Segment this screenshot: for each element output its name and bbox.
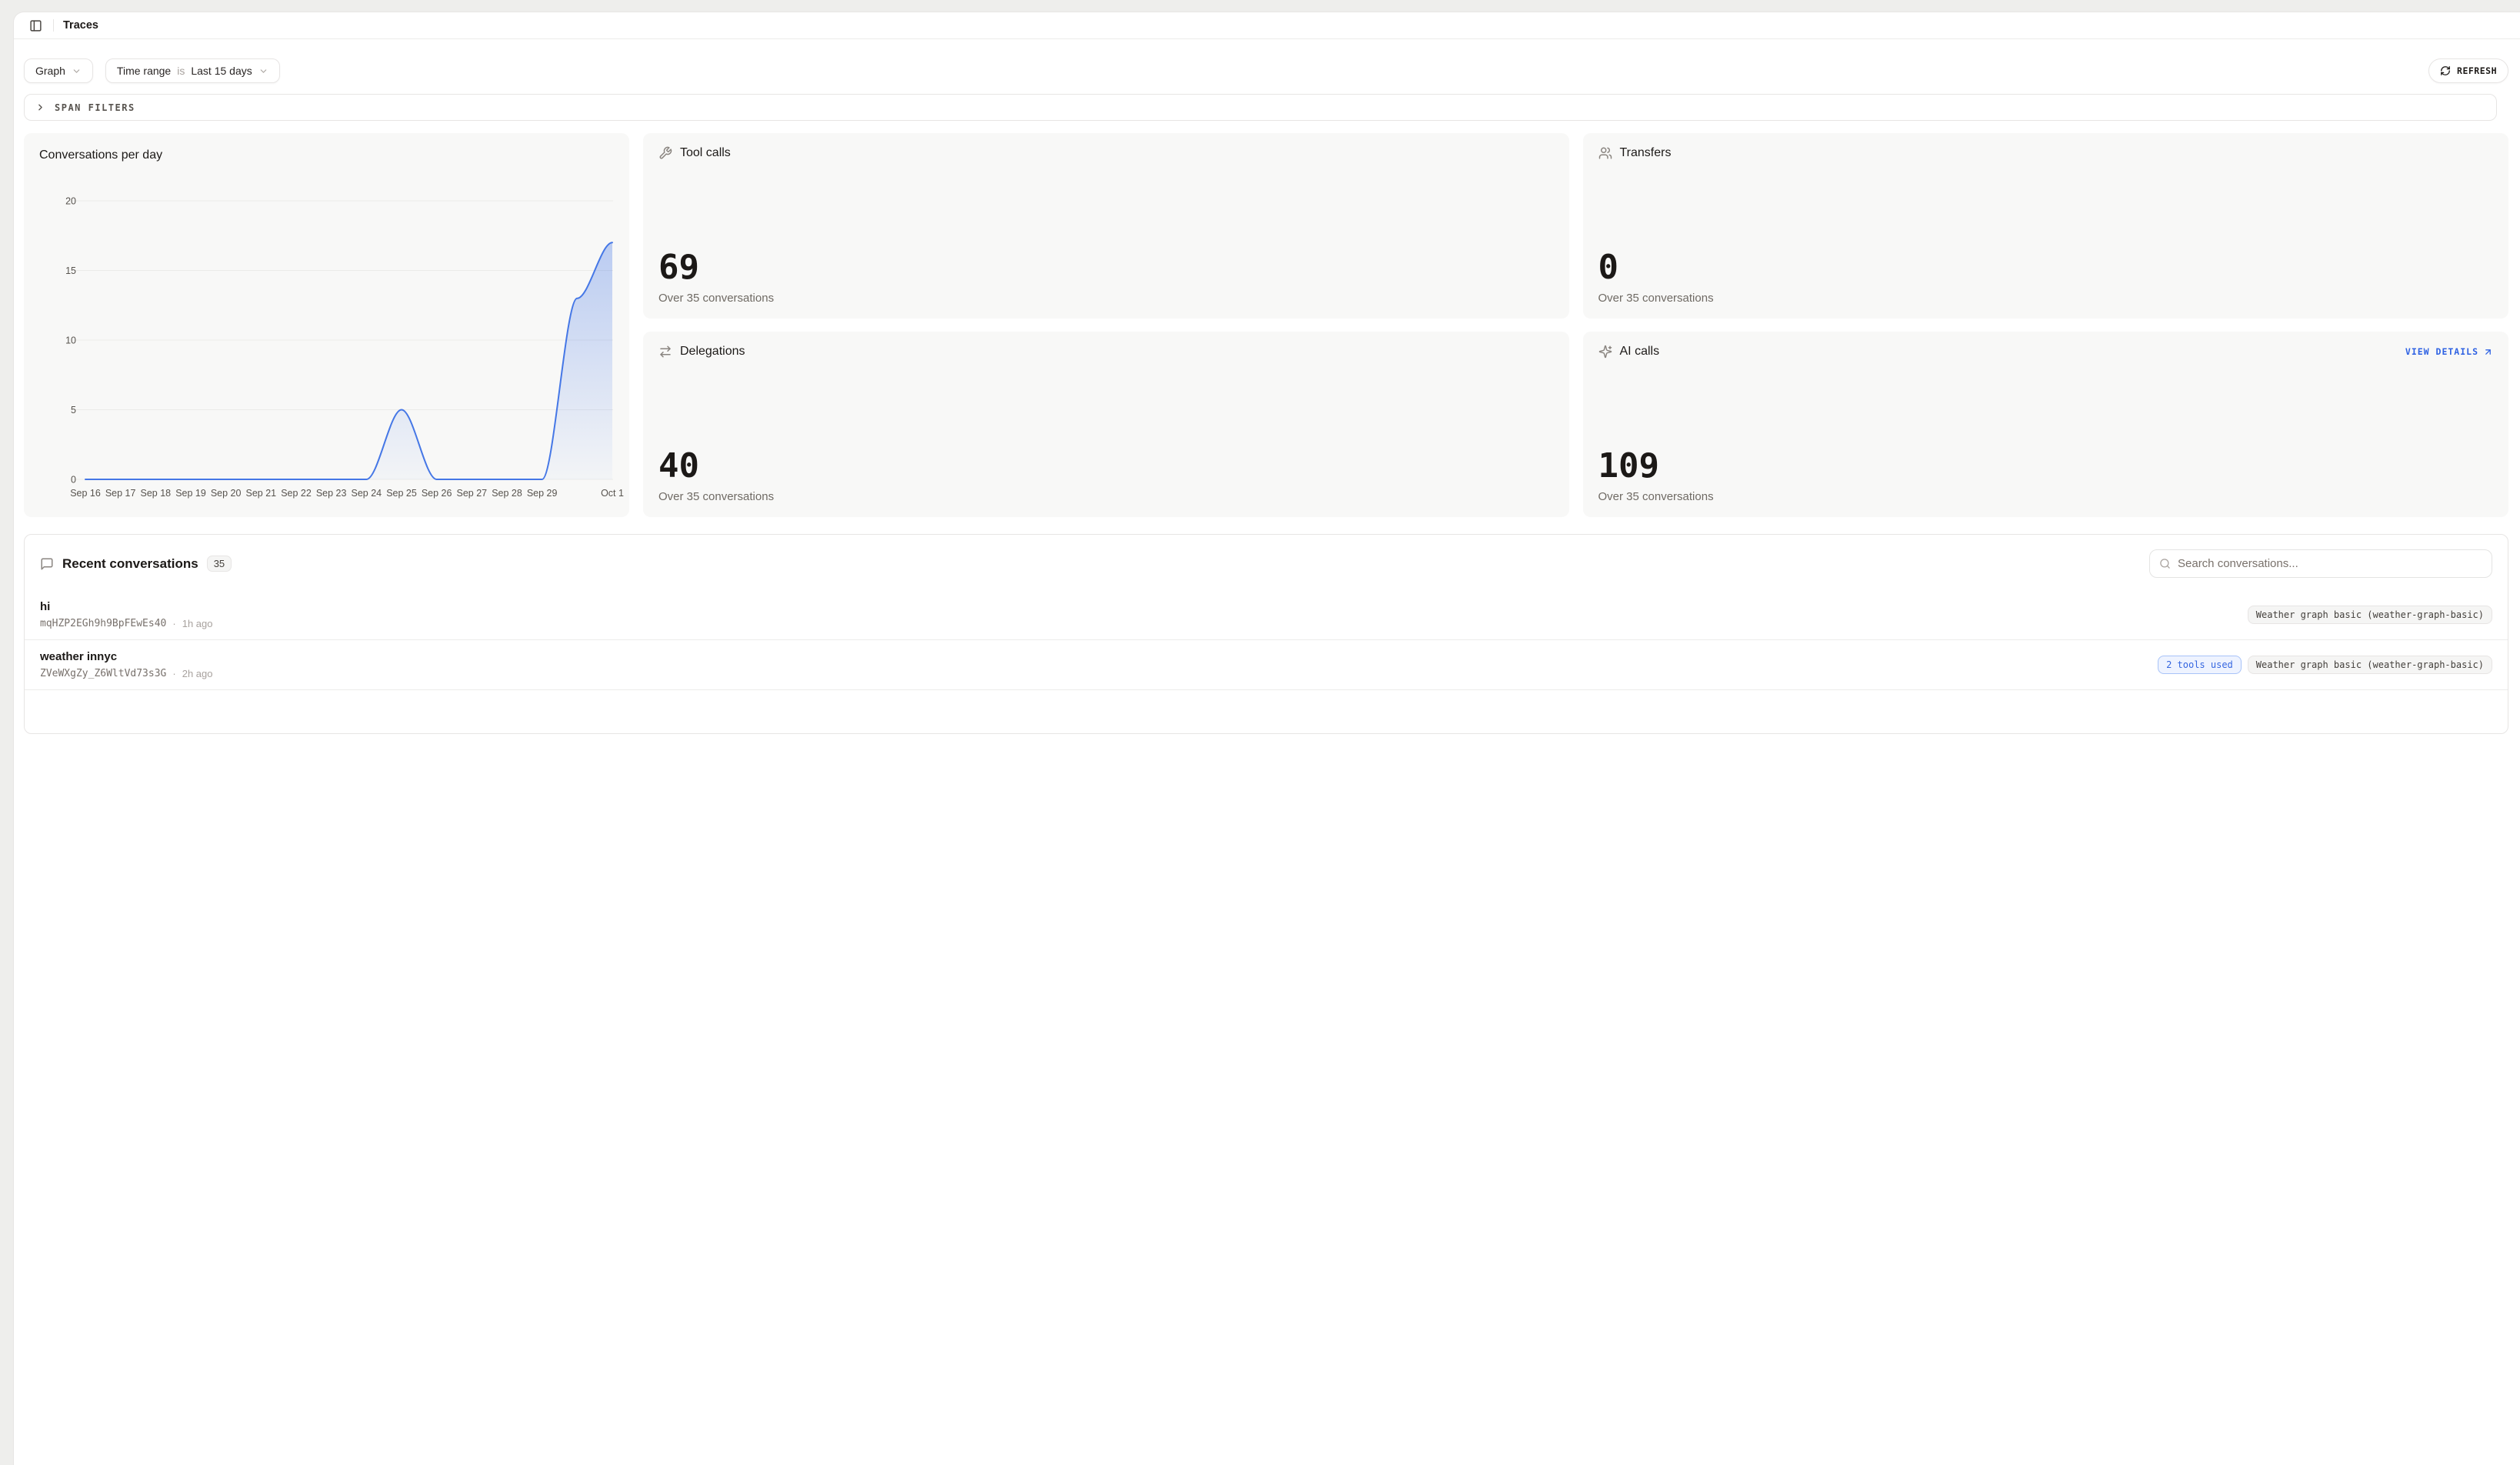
- svg-text:Sep 23: Sep 23: [316, 488, 347, 499]
- svg-text:Sep 19: Sep 19: [175, 488, 206, 499]
- stat-subtext: Over 35 conversations: [1598, 292, 2494, 305]
- graph-dropdown-label: Graph: [35, 65, 65, 77]
- refresh-button[interactable]: REFRESH: [2428, 58, 2508, 83]
- stat-card-ai-calls: AI calls VIEW DETAILS 109 Over 35 conver…: [1583, 332, 2509, 517]
- header-divider: [53, 19, 54, 32]
- recent-conversations-title: Recent conversations: [62, 556, 198, 572]
- span-filters-toggle[interactable]: SPAN FILTERS: [24, 94, 2497, 121]
- stat-label: Tool calls: [680, 146, 731, 160]
- span-filters-label: SPAN FILTERS: [55, 102, 135, 113]
- meta-separator: ·: [172, 668, 175, 679]
- sparkles-icon: [1598, 345, 1612, 359]
- refresh-label: REFRESH: [2457, 65, 2497, 76]
- sidebar-toggle-button[interactable]: [28, 18, 44, 34]
- stat-label: AI calls: [1620, 345, 1660, 359]
- stat-header: Transfers: [1598, 146, 2494, 160]
- stat-value: 0: [1598, 251, 2494, 285]
- svg-text:Oct 1: Oct 1: [601, 488, 624, 499]
- svg-text:15: 15: [65, 265, 76, 276]
- users-icon: [1598, 146, 1612, 160]
- tools-used-badge: 2 tools used: [2158, 656, 2242, 674]
- view-details-label: VIEW DETAILS: [2405, 346, 2478, 357]
- svg-text:Sep 24: Sep 24: [352, 488, 382, 499]
- stat-value: 40: [658, 449, 1554, 483]
- svg-text:Sep 25: Sep 25: [386, 488, 417, 499]
- conversations-chart-card: Conversations per day 05101520Sep 16Sep …: [24, 133, 629, 517]
- stat-label: Delegations: [680, 345, 745, 359]
- stat-header: Tool calls: [658, 146, 1554, 160]
- time-range-filter[interactable]: Time range is Last 15 days: [105, 58, 280, 83]
- stat-subtext: Over 35 conversations: [658, 292, 1554, 305]
- svg-text:0: 0: [71, 475, 76, 486]
- conversations-per-day-chart: 0 5 10 15 20 Sep 16 Sep 17 Sep 18Sep 19 Sep 20 Se…: [24, 133, 629, 518]
- stat-header: AI calls VIEW DETAILS: [1598, 345, 2494, 359]
- conversation-count-badge: 35: [207, 556, 232, 572]
- svg-text:Sep 22: Sep 22: [281, 488, 312, 499]
- svg-text:Sep 28: Sep 28: [492, 488, 522, 499]
- panel-left-icon: [29, 19, 42, 32]
- svg-text:5: 5: [71, 405, 76, 415]
- time-range-value: Last 15 days: [191, 65, 252, 77]
- svg-text:Sep 26: Sep 26: [422, 488, 452, 499]
- top-header: Traces: [14, 12, 2520, 39]
- metrics-grid: Conversations per day 05101520Sep 16Sep …: [24, 133, 2508, 517]
- recent-conversations-card: Recent conversations 35 hi mqHZP2EGh9h9B…: [24, 534, 2508, 734]
- stat-header: Delegations: [658, 345, 1554, 359]
- conversation-id: mqHZP2EGh9h9BpFEwEs40: [40, 618, 166, 629]
- conversation-time: 1h ago: [182, 618, 213, 629]
- stat-card-tool-calls: Tool calls 69 Over 35 conversations: [643, 133, 1569, 319]
- svg-text:Sep 18: Sep 18: [141, 488, 172, 499]
- arrow-up-right-icon: [2483, 347, 2493, 357]
- stat-card-transfers: Transfers 0 Over 35 conversations: [1583, 133, 2509, 319]
- message-square-icon: [40, 557, 54, 571]
- conversation-title: weather innyc: [40, 650, 212, 663]
- chevron-down-icon: [72, 66, 82, 76]
- chevron-right-icon: [35, 102, 45, 112]
- stat-card-delegations: Delegations 40 Over 35 conversations: [643, 332, 1569, 517]
- svg-text:Sep 17: Sep 17: [105, 488, 136, 499]
- time-range-operator: is: [177, 65, 185, 77]
- svg-text:Sep 21: Sep 21: [246, 488, 277, 499]
- page-title: Traces: [63, 19, 98, 32]
- search-conversations-input[interactable]: [2178, 557, 2482, 570]
- agent-badge: Weather graph basic (weather-graph-basic…: [2248, 606, 2492, 624]
- graph-dropdown[interactable]: Graph: [24, 58, 93, 83]
- stat-subtext: Over 35 conversations: [1598, 490, 2494, 503]
- stat-value: 69: [658, 251, 1554, 285]
- search-conversations-box: [2149, 549, 2492, 578]
- conversation-row[interactable]: weather innyc ZVeWXgZy_Z6WltVd73s3G · 2h…: [25, 640, 2508, 690]
- meta-separator: ·: [172, 618, 175, 629]
- view-details-link[interactable]: VIEW DETAILS: [2405, 346, 2493, 357]
- stat-value: 109: [1598, 449, 2494, 483]
- search-icon: [2159, 558, 2171, 569]
- refresh-icon: [2440, 65, 2451, 76]
- chevron-down-icon: [258, 66, 268, 76]
- app-frame: Traces Graph Time range is Last 15 days …: [13, 12, 2520, 1465]
- conversation-title: hi: [40, 600, 212, 613]
- svg-text:Sep 29: Sep 29: [527, 488, 558, 499]
- conversation-time: 2h ago: [182, 668, 213, 679]
- stat-subtext: Over 35 conversations: [658, 490, 1554, 503]
- recent-conversations-header: Recent conversations 35: [25, 535, 2508, 590]
- arrows-right-left-icon: [658, 345, 672, 359]
- svg-text:20: 20: [65, 196, 76, 207]
- svg-text:Sep 20: Sep 20: [211, 488, 242, 499]
- filters-toolbar: Graph Time range is Last 15 days REFRESH: [14, 39, 2520, 83]
- stat-label: Transfers: [1620, 146, 1672, 160]
- time-range-field: Time range: [117, 65, 171, 77]
- svg-text:Sep 16: Sep 16: [70, 488, 101, 499]
- agent-badge: Weather graph basic (weather-graph-basic…: [2248, 656, 2492, 674]
- svg-text:10: 10: [65, 335, 76, 346]
- wrench-icon: [658, 146, 672, 160]
- conversation-id: ZVeWXgZy_Z6WltVd73s3G: [40, 668, 166, 679]
- conversation-row[interactable]: hi mqHZP2EGh9h9BpFEwEs40 · 1h ago Weathe…: [25, 590, 2508, 640]
- svg-text:Sep 27: Sep 27: [457, 488, 488, 499]
